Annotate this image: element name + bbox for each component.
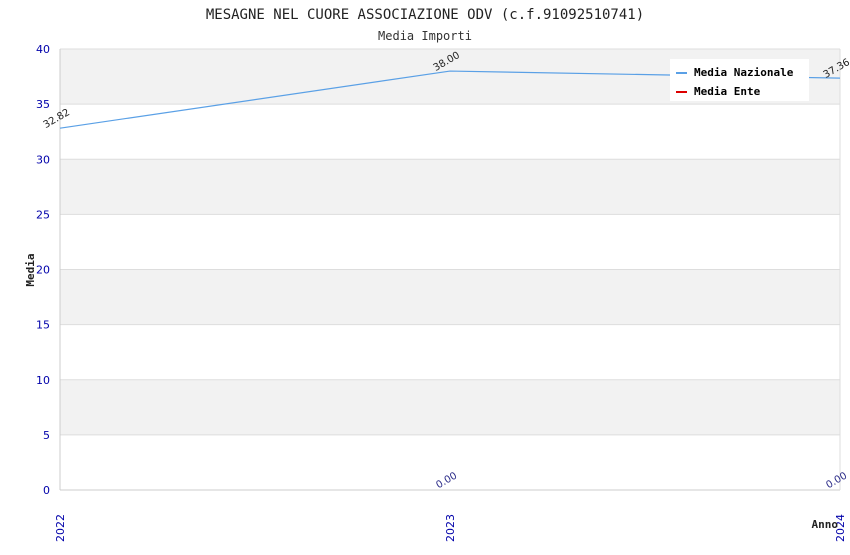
x-tick-label: 2023 [444,514,457,542]
legend-label: Media Nazionale [694,66,794,79]
grid-band [60,324,840,380]
y-tick-label: 0 [43,484,50,497]
chart-title: MESAGNE NEL CUORE ASSOCIAZIONE ODV (c.f.… [206,7,644,23]
grid-band [60,104,840,160]
y-tick-label: 30 [36,153,50,166]
legend-label: Media Ente [694,85,761,98]
y-tick-label: 15 [36,319,50,332]
y-tick-label: 25 [36,208,50,221]
chart-root: 0 5 10 15 20 25 30 35 40 2022 2023 2024 32.82 38.00… [0,0,850,550]
x-tick-label: 2022 [54,514,67,542]
y-tick-label: 40 [36,43,50,56]
y-tick-label: 10 [36,374,50,387]
y-axis-label: Media [24,253,37,286]
y-tick-label: 35 [36,98,50,111]
y-tick-label: 20 [36,264,50,277]
x-axis-label: Anno [812,518,839,531]
grid-band [60,379,840,435]
grid-band [60,159,840,215]
chart-subtitle: Media Importi [378,29,472,43]
grid-band [60,269,840,325]
line-chart: 0510152025303540 2022 2023 2024 32.8238.00… [24,7,850,542]
grid-band [60,214,840,270]
y-tick-label: 5 [43,429,50,442]
